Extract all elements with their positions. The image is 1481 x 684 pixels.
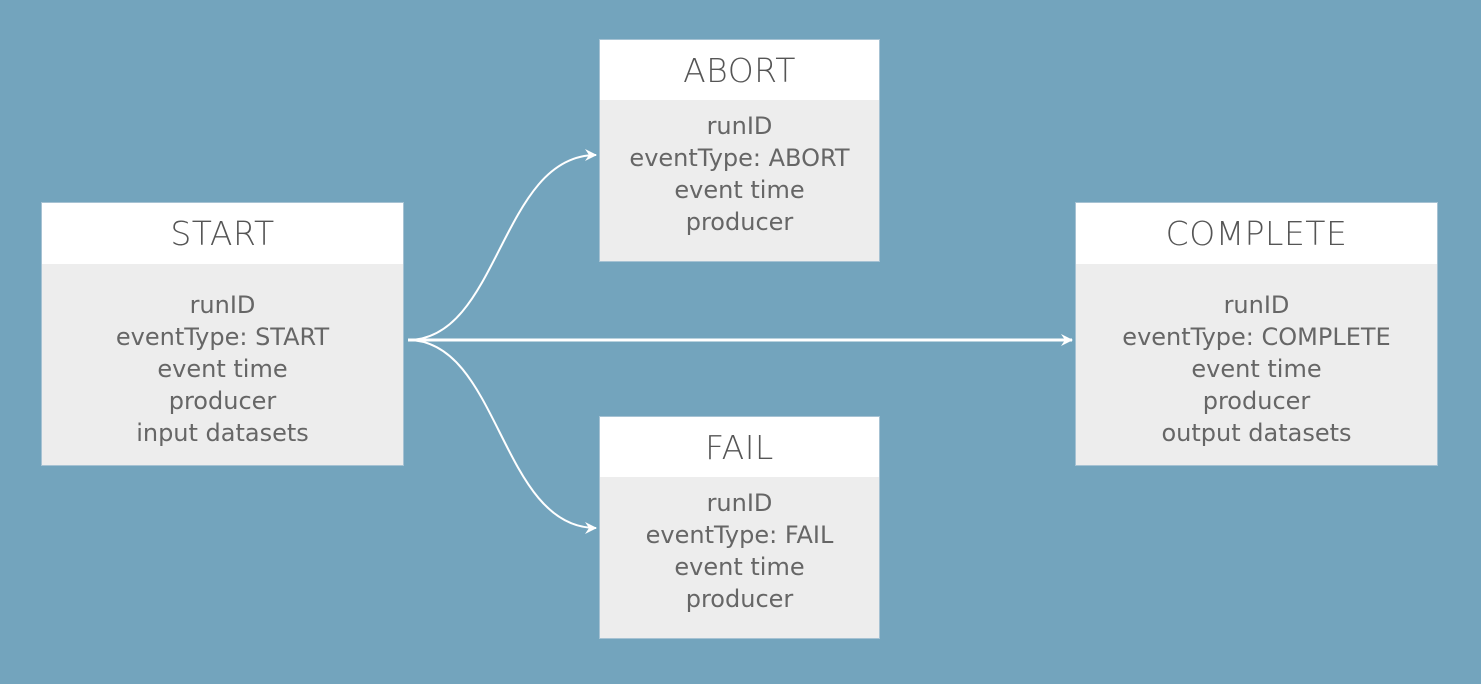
field-output-datasets: output datasets bbox=[1161, 419, 1352, 447]
edge-start-to-fail bbox=[407, 339, 597, 534]
node-start-title: START bbox=[42, 203, 403, 264]
node-fail-fields: runID eventType: FAIL event time produce… bbox=[600, 477, 879, 615]
field-event-time: event time bbox=[157, 355, 288, 383]
node-complete-fields: runID eventType: COMPLETE event time pro… bbox=[1076, 264, 1437, 449]
field-event-time: event time bbox=[674, 553, 805, 581]
node-start-fields: runID eventType: START event time produc… bbox=[42, 264, 403, 449]
field-producer: producer bbox=[685, 208, 794, 236]
node-complete: COMPLETE runID eventType: COMPLETE event… bbox=[1076, 203, 1437, 465]
field-run-id: runID bbox=[706, 112, 773, 140]
edge-start-to-abort bbox=[407, 149, 597, 341]
field-event-time: event time bbox=[674, 176, 805, 204]
field-event-type: eventType: FAIL bbox=[645, 521, 834, 549]
field-event-type: eventType: START bbox=[115, 323, 330, 351]
node-abort-title: ABORT bbox=[600, 40, 879, 100]
node-abort-fields: runID eventType: ABORT event time produc… bbox=[600, 100, 879, 238]
field-event-type: eventType: ABORT bbox=[629, 144, 850, 172]
field-event-type: eventType: COMPLETE bbox=[1122, 323, 1391, 351]
field-input-datasets: input datasets bbox=[136, 419, 309, 447]
field-producer: producer bbox=[168, 387, 277, 415]
node-start: START runID eventType: START event time … bbox=[42, 203, 403, 465]
field-run-id: runID bbox=[189, 291, 256, 319]
field-run-id: runID bbox=[706, 489, 773, 517]
node-complete-title: COMPLETE bbox=[1076, 203, 1437, 264]
field-event-time: event time bbox=[1191, 355, 1322, 383]
field-producer: producer bbox=[685, 585, 794, 613]
field-run-id: runID bbox=[1223, 291, 1290, 319]
field-producer: producer bbox=[1202, 387, 1311, 415]
node-fail-title: FAIL bbox=[600, 417, 879, 477]
node-fail: FAIL runID eventType: FAIL event time pr… bbox=[600, 417, 879, 638]
node-abort: ABORT runID eventType: ABORT event time … bbox=[600, 40, 879, 261]
